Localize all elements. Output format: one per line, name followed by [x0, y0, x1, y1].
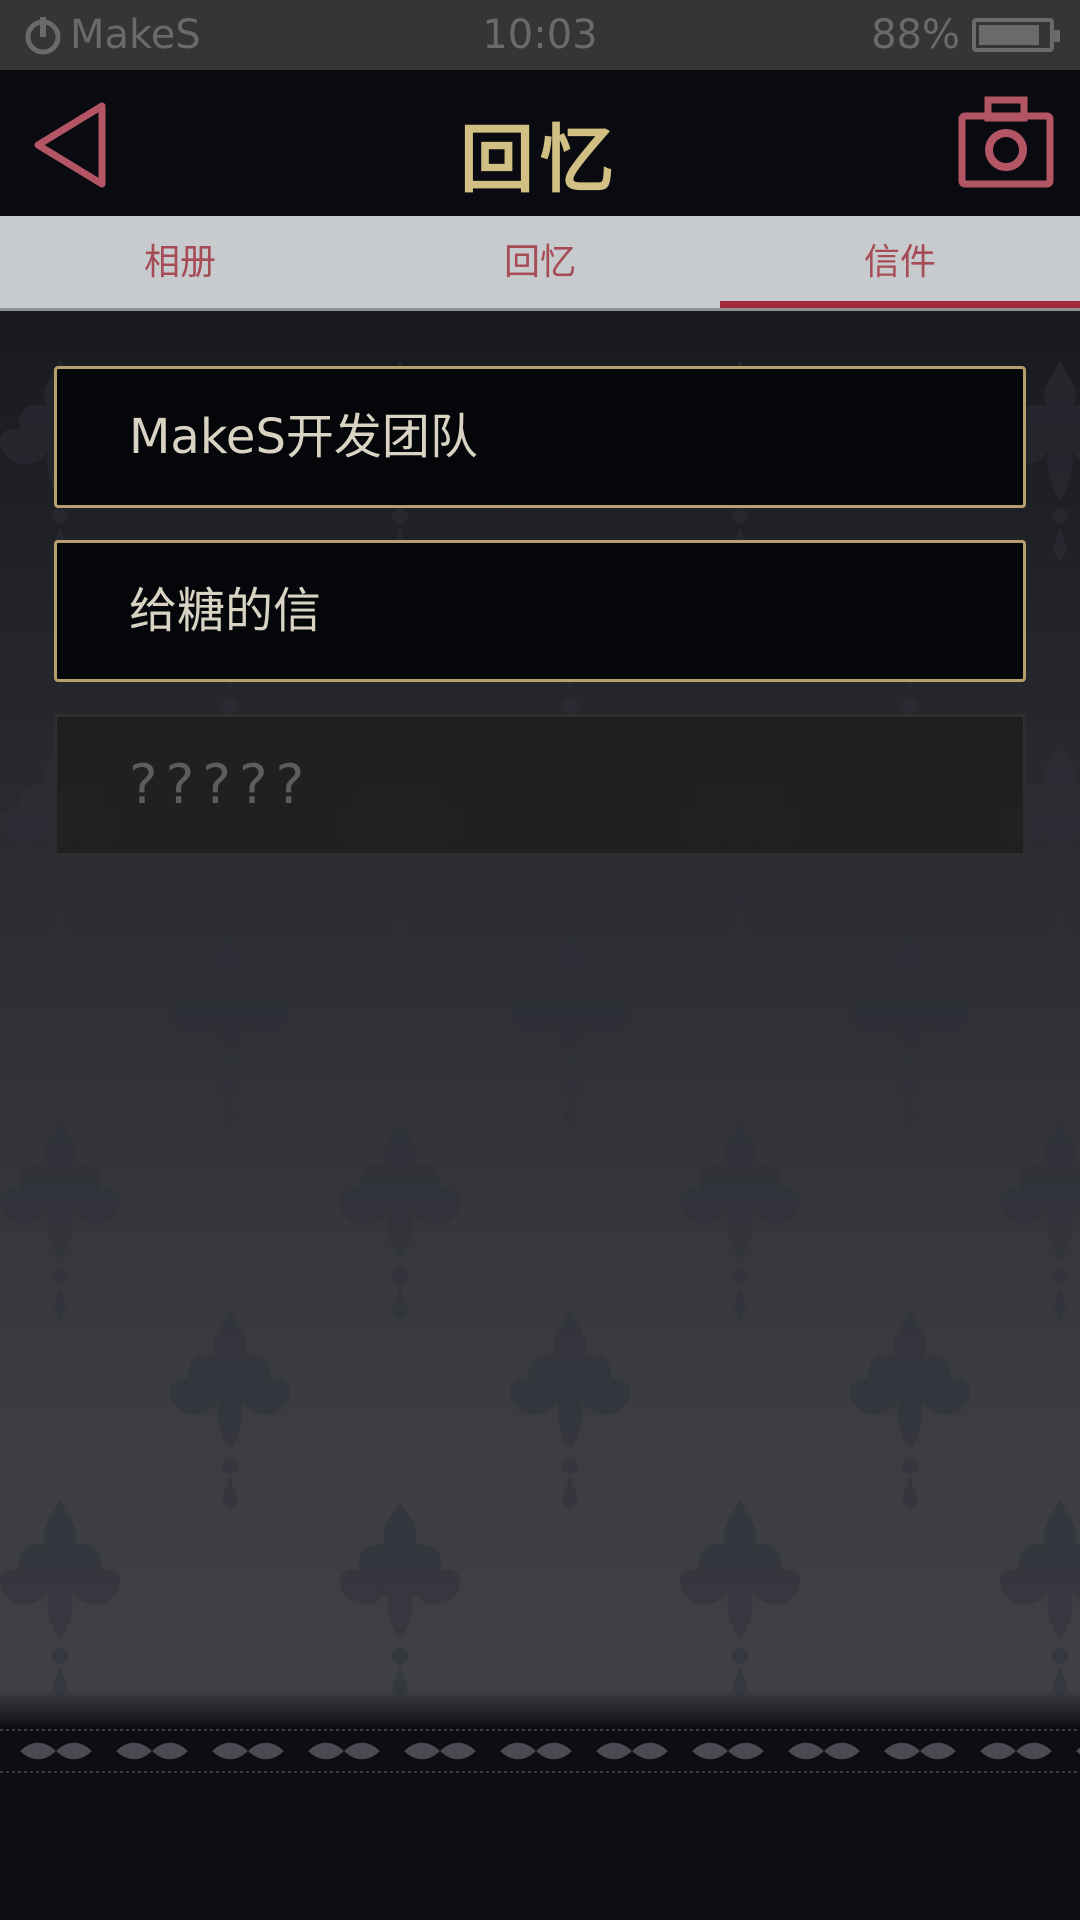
- tab-memories[interactable]: 回忆: [360, 216, 720, 310]
- ornament-border: [0, 1729, 1080, 1773]
- ornament-motif: [596, 1742, 668, 1760]
- header: 回忆: [0, 70, 1080, 216]
- ornament-motif: [884, 1742, 956, 1760]
- battery-fill: [979, 25, 1039, 45]
- bottom-band: [0, 1726, 1080, 1920]
- ornament-motif: [404, 1742, 476, 1760]
- ornament-motif: [980, 1742, 1052, 1760]
- page-title: 回忆: [460, 117, 620, 203]
- ornament-motif: [500, 1742, 572, 1760]
- camera-icon: [958, 96, 1054, 188]
- letter-title: MakeS开发团队: [129, 409, 478, 465]
- tab-label: 信件: [863, 242, 936, 283]
- tab-label: 相册: [143, 242, 216, 283]
- tab-divider: [0, 308, 1080, 311]
- tab-letters[interactable]: 信件: [720, 216, 1080, 310]
- letter-list: MakeS开发团队 给糖的信 ?????: [54, 366, 1026, 888]
- battery-percent: 88%: [871, 12, 960, 58]
- camera-button[interactable]: [956, 94, 1056, 190]
- letter-item-locked: ?????: [54, 714, 1026, 856]
- ornament-motif: [212, 1742, 284, 1760]
- status-bar: MakeS 10:03 88%: [0, 0, 1080, 70]
- letter-title: ?????: [129, 753, 313, 816]
- tab-album[interactable]: 相册: [0, 216, 360, 310]
- screen: MakeS 10:03 88% 回忆 相册 回忆 信件 MakeS开发团队 给糖…: [0, 0, 1080, 1920]
- tab-bar: 相册 回忆 信件: [0, 216, 1080, 310]
- ornament-motif: [788, 1742, 860, 1760]
- ornament-motif: [1076, 1747, 1080, 1755]
- tab-label: 回忆: [503, 242, 576, 283]
- letter-item-makes-team[interactable]: MakeS开发团队: [54, 366, 1026, 508]
- battery-icon: [972, 18, 1060, 52]
- letter-title: 给糖的信: [129, 583, 322, 639]
- status-battery-group: 88%: [871, 12, 1060, 58]
- ornament-motif: [20, 1742, 92, 1760]
- ornament-motif: [116, 1742, 188, 1760]
- ornament-motif: [308, 1742, 380, 1760]
- ornament-motif: [692, 1742, 764, 1760]
- letter-item-to-tang[interactable]: 给糖的信: [54, 540, 1026, 682]
